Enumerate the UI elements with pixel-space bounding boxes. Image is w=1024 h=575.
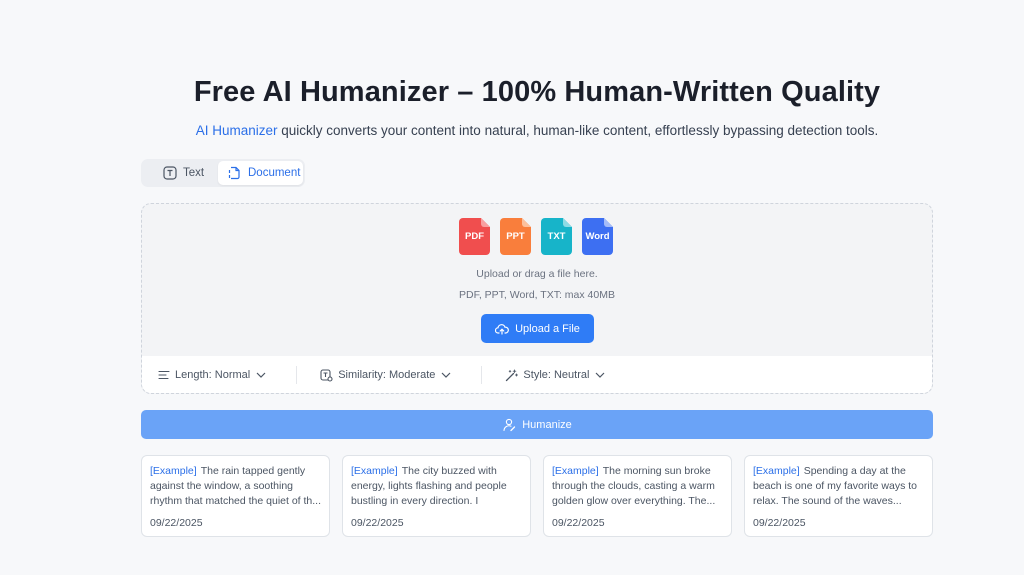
example-date: 09/22/2025 <box>753 517 806 529</box>
options-bar: Length: Normal Similarity: Moderate Styl… <box>142 356 932 393</box>
word-file-icon: Word <box>582 218 613 255</box>
example-card[interactable]: [Example] Spending a day at the beach is … <box>744 455 933 537</box>
chevron-down-icon <box>596 372 605 378</box>
style-dropdown[interactable]: Style: Neutral <box>505 369 605 382</box>
example-card[interactable]: [Example] The morning sun broke through t… <box>543 455 732 537</box>
page-subtitle: AI Humanizer quickly converts your conte… <box>0 123 1024 138</box>
example-text: [Example] The rain tapped gently against … <box>150 465 321 507</box>
similarity-dropdown[interactable]: Similarity: Moderate <box>320 368 451 382</box>
example-date: 09/22/2025 <box>552 517 605 529</box>
example-tag: [Example] <box>753 465 800 477</box>
example-date: 09/22/2025 <box>351 517 404 529</box>
example-tag: [Example] <box>150 465 197 477</box>
example-date: 09/22/2025 <box>150 517 203 529</box>
tab-text[interactable]: Text <box>143 161 216 185</box>
page-title: Free AI Humanizer – 100% Human-Written Q… <box>193 76 881 108</box>
example-card[interactable]: [Example] The rain tapped gently against … <box>141 455 330 537</box>
example-card[interactable]: [Example] The city buzzed with energy, li… <box>342 455 531 537</box>
subtitle-text: quickly converts your content into natur… <box>277 123 879 138</box>
length-dropdown[interactable]: Length: Normal <box>158 369 266 381</box>
humanize-button[interactable]: Humanize <box>141 410 933 439</box>
example-cards: [Example] The rain tapped gently against … <box>141 455 933 537</box>
humanize-label: Humanize <box>522 418 572 431</box>
upload-file-button[interactable]: Upload a File <box>481 314 594 343</box>
divider <box>481 366 483 384</box>
example-text: [Example] The city buzzed with energy, li… <box>351 465 507 507</box>
length-lines-icon <box>158 370 170 380</box>
style-label: Style: Neutral <box>523 369 590 381</box>
text-icon <box>163 166 177 180</box>
magic-wand-icon <box>506 369 519 381</box>
chevron-down-icon <box>441 372 451 378</box>
mode-tabs: Text Document <box>141 159 305 187</box>
similarity-label: Similarity: Moderate <box>338 369 436 381</box>
example-tag: [Example] <box>351 465 398 477</box>
upload-prompt: Upload or drag a file here. <box>476 268 598 280</box>
chevron-down-icon <box>256 372 266 378</box>
pdf-file-icon: PDF <box>459 218 490 255</box>
example-text: [Example] Spending a day at the beach is … <box>753 465 917 507</box>
divider <box>296 366 298 384</box>
tab-document[interactable]: Document <box>218 161 303 185</box>
document-icon <box>228 166 240 180</box>
example-tag: [Example] <box>552 465 599 477</box>
tab-document-label: Document <box>248 167 301 179</box>
user-pen-icon <box>503 418 516 431</box>
page: Free AI Humanizer – 100% Human-Written Q… <box>0 0 1024 575</box>
file-type-icons: PDF PPT TXT Word <box>459 218 613 256</box>
txt-file-icon: TXT <box>541 218 572 255</box>
ai-humanizer-link[interactable]: AI Humanizer <box>196 123 278 138</box>
tab-text-label: Text <box>183 167 205 179</box>
upload-limits: PDF, PPT, Word, TXT: max 40MB <box>459 289 615 301</box>
ppt-file-icon: PPT <box>500 218 531 255</box>
upload-dropzone[interactable]: PDF PPT TXT Word Upload or drag a file h… <box>141 203 933 394</box>
example-text: [Example] The morning sun broke through t… <box>552 465 716 507</box>
similarity-icon <box>320 368 333 382</box>
upload-file-label: Upload a File <box>515 322 580 335</box>
length-label: Length: Normal <box>175 369 251 381</box>
cloud-upload-icon <box>495 323 509 335</box>
